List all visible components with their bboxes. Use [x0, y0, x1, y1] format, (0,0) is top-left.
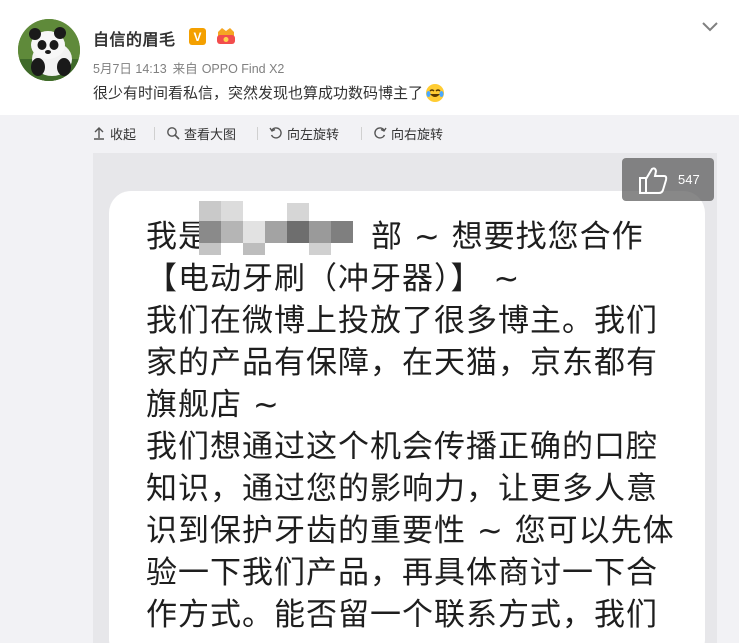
mosaic-block: [221, 221, 243, 243]
source-prefix: 来自: [172, 62, 198, 76]
chevron-down-icon[interactable]: [699, 15, 721, 37]
member-level-icon[interactable]: [214, 26, 238, 46]
mosaic-block: [243, 243, 265, 255]
mosaic-block: [199, 243, 221, 255]
message-line: 家的产品有保障，在天猫，京东都有: [146, 345, 658, 381]
message-line: 识到保护牙齿的重要性 ~ 您可以先体: [146, 513, 675, 549]
mosaic-block: [287, 221, 309, 243]
message-bubble: 我是 部 ~ 想要找您合作 【电动牙刷（冲牙器）】 ~ 我们在微博上投放了很多博…: [109, 191, 705, 643]
collapse-button[interactable]: 收起: [92, 123, 136, 143]
post-date[interactable]: 5月7日 14:13: [93, 62, 167, 76]
rotate-right-icon: [374, 127, 387, 139]
message-line: 【电动牙刷（冲牙器）】 ~: [146, 261, 521, 297]
rotate-left-button[interactable]: 向左旋转: [269, 123, 339, 143]
message-line: 知识，通过您的影响力，让更多人意: [146, 471, 658, 507]
post-text: 很少有时间看私信，突然发现也算成功数码博主了: [93, 82, 445, 103]
avatar[interactable]: [18, 19, 80, 81]
toolbar-divider: [361, 127, 362, 140]
mosaic-block: [199, 201, 221, 221]
mosaic-block: [287, 203, 309, 221]
mosaic-block: [199, 221, 221, 243]
message-line: 旗舰店 ~: [146, 387, 280, 423]
message-line: 作方式。能否留一个联系方式，我们: [146, 597, 658, 633]
rotate-left-label: 向左旋转: [287, 127, 340, 143]
like-count: 547: [678, 172, 700, 187]
mosaic-block: [331, 221, 353, 243]
mosaic-block: [243, 221, 265, 243]
magnifier-icon: [167, 127, 180, 140]
media-area: 收起 查看大图 向左旋转 向右旋转 我是 部 ~ 想要找您合作 【电动牙刷（冲牙…: [0, 115, 739, 643]
collapse-icon: [94, 127, 104, 140]
toolbar-divider: [154, 127, 155, 140]
mosaic-block: [309, 221, 331, 243]
message-line: 我们想通过这个机会传播正确的口腔: [146, 429, 658, 465]
rotate-right-label: 向右旋转: [391, 127, 444, 143]
post-text-content: 很少有时间看私信，突然发现也算成功数码博主了: [93, 84, 424, 102]
thumbs-up-icon: [639, 166, 668, 194]
mosaic-block: [221, 201, 243, 221]
post-header: 自信的眉毛 V 5月7日 14:13 来自 OPPO Find X2 很少有时间看私…: [0, 0, 739, 115]
mosaic-block: [309, 243, 331, 255]
verified-badge: V: [189, 28, 206, 45]
rotate-right-button[interactable]: 向右旋转: [373, 123, 443, 143]
toolbar-divider: [257, 127, 258, 140]
post-image[interactable]: 我是 部 ~ 想要找您合作 【电动牙刷（冲牙器）】 ~ 我们在微博上投放了很多博…: [93, 153, 717, 643]
username[interactable]: 自信的眉毛: [93, 26, 176, 50]
message-line: 我们在微博上投放了很多博主。我们: [146, 303, 658, 339]
message-line: 验一下我们产品，再具体商讨一下合: [146, 555, 658, 591]
verified-badge-text: V: [193, 29, 202, 44]
view-large-label: 查看大图: [184, 127, 237, 143]
media-toolbar: 收起 查看大图 向左旋转 向右旋转: [0, 115, 739, 151]
message-line: 部 ~ 想要找您合作: [371, 219, 644, 255]
like-button[interactable]: 547: [622, 158, 714, 201]
collapse-label: 收起: [110, 127, 137, 143]
post-meta: 5月7日 14:13 来自 OPPO Find X2: [93, 58, 284, 77]
laughing-crying-emoji-icon: [426, 83, 445, 102]
view-large-button[interactable]: 查看大图: [166, 123, 236, 143]
mosaic-block: [265, 221, 287, 243]
rotate-left-icon: [269, 127, 282, 139]
post-source[interactable]: OPPO Find X2: [202, 62, 285, 76]
